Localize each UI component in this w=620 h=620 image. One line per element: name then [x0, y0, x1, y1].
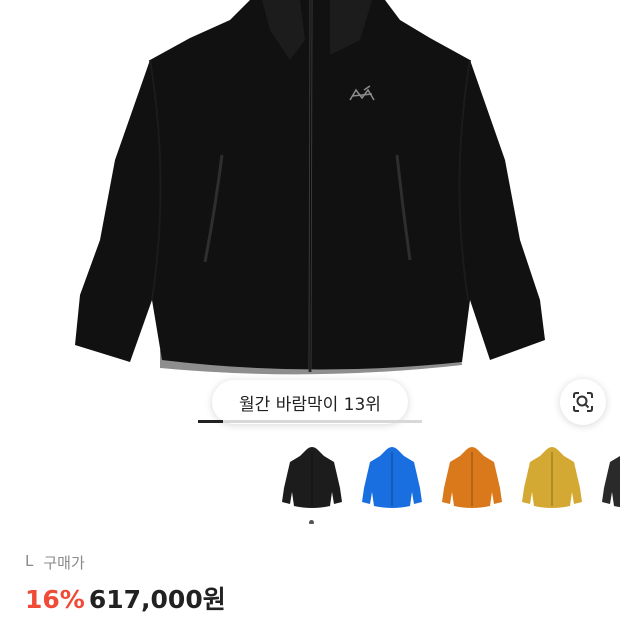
- price-type-label: 구매가: [43, 554, 85, 572]
- price-row: 16% 617,000원: [25, 580, 226, 616]
- monthly-rank-badge: 월간 바람막이 13위: [212, 380, 408, 424]
- color-option-list[interactable]: [280, 444, 620, 524]
- lens-search-icon: [573, 392, 593, 412]
- jacket-image: [75, 0, 545, 375]
- product-image[interactable]: [0, 0, 620, 420]
- color-thumbnail-dark-jacket[interactable]: [600, 444, 620, 516]
- image-carousel-progress-fill: [198, 420, 223, 423]
- color-thumbnail-yellow-jacket[interactable]: [520, 444, 584, 516]
- image-carousel-progress: [198, 420, 422, 423]
- color-thumbnail-orange-jacket[interactable]: [440, 444, 504, 516]
- sale-price: 617,000원: [88, 585, 226, 614]
- image-search-button[interactable]: [560, 379, 606, 425]
- selected-color-dot: [309, 520, 314, 524]
- size-price-type-row: L 구매가: [25, 552, 85, 573]
- size-label: L: [25, 552, 34, 570]
- rank-label: 월간 바람막이 13위: [239, 394, 381, 415]
- discount-percent: 16%: [25, 585, 85, 614]
- color-thumbnail-blue-jacket[interactable]: [360, 444, 424, 516]
- color-thumbnail-black-jacket[interactable]: [280, 444, 344, 524]
